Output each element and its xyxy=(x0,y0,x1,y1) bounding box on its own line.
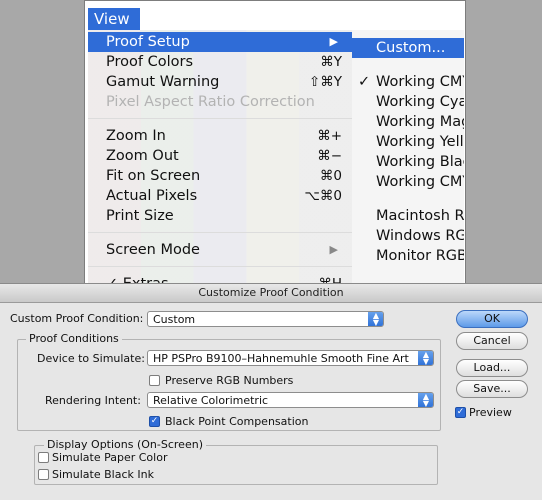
menu-item-label: Proof Colors xyxy=(106,54,193,70)
submenu-item-label: Monitor RGB xyxy=(376,248,464,264)
menu-item-label: Screen Mode xyxy=(106,242,200,258)
menu-separator xyxy=(88,266,352,267)
select-stepper-icon: ▲ ▼ xyxy=(418,393,433,407)
preview-checkbox[interactable]: ✓ xyxy=(455,407,466,418)
submenu-item-working-cmy[interactable]: Working CMY Plates xyxy=(352,172,464,192)
dialog-title: Customize Proof Condition xyxy=(0,284,542,303)
preserve-rgb-label: Preserve RGB Numbers xyxy=(165,374,294,387)
select-value: HP PSPro B9100–Hahnemuhle Smooth Fine Ar… xyxy=(153,352,409,365)
ok-button[interactable]: OK xyxy=(456,310,528,328)
simulate-paper-color-checkbox[interactable] xyxy=(38,452,49,463)
simulate-paper-color-label: Simulate Paper Color xyxy=(52,451,168,464)
select-value: Relative Colorimetric xyxy=(153,394,269,407)
rendering-intent-select[interactable]: Relative Colorimetric ▲ ▼ xyxy=(147,392,434,408)
menu-item-shortcut: ⌘0 xyxy=(319,168,342,184)
submenu-item-label: Custom... xyxy=(376,40,446,56)
simulate-black-ink-checkbox[interactable] xyxy=(38,469,49,480)
submenu-item-working-yellow[interactable]: Working Yellow Plate xyxy=(352,132,464,152)
submenu-item-label: Macintosh RGB xyxy=(376,208,464,224)
submenu-item-custom[interactable]: Custom... xyxy=(352,38,464,58)
preview-label: Preview xyxy=(469,406,512,419)
load-button[interactable]: Load... xyxy=(456,359,528,377)
menu-item-label: Gamut Warning xyxy=(106,74,220,90)
submenu-item-label: Working Magenta Plate xyxy=(376,114,464,130)
menu-item-label: Zoom In xyxy=(106,128,166,144)
menu-item-shortcut: ⌘+ xyxy=(317,128,342,144)
menu-item-screen-mode[interactable]: Screen Mode ▶ xyxy=(88,240,352,260)
menu-separator xyxy=(88,232,352,233)
display-options-title: Display Options (On-Screen) xyxy=(44,438,206,451)
customize-proof-dialog: Customize Proof Condition Custom Proof C… xyxy=(0,283,542,500)
preserve-rgb-checkbox[interactable] xyxy=(149,375,160,386)
custom-condition-select[interactable]: Custom ▲ ▼ xyxy=(147,311,384,327)
submenu-item-label: Working Black Plate xyxy=(376,154,464,170)
submenu-arrow-icon: ▶ xyxy=(329,35,338,48)
menu-item-pixel-aspect-ratio: Pixel Aspect Ratio Correction xyxy=(88,92,352,112)
submenu-item-windows-rgb[interactable]: Windows RGB xyxy=(352,226,464,246)
menu-item-label: Pixel Aspect Ratio Correction xyxy=(106,94,315,110)
submenu-item-label: Working CMYK xyxy=(376,74,464,90)
menu-item-gamut-warning[interactable]: Gamut Warning ⇧⌘Y xyxy=(88,72,352,92)
proof-conditions-title: Proof Conditions xyxy=(26,332,122,345)
cancel-button[interactable]: Cancel xyxy=(456,332,528,350)
submenu-item-monitor-rgb[interactable]: Monitor RGB xyxy=(352,246,464,266)
select-stepper-icon: ▲ ▼ xyxy=(368,312,383,326)
submenu-item-working-cmyk[interactable]: ✓ Working CMYK xyxy=(352,72,464,92)
save-button[interactable]: Save... xyxy=(456,380,528,398)
device-to-simulate-select[interactable]: HP PSPro B9100–Hahnemuhle Smooth Fine Ar… xyxy=(147,350,434,366)
menu-item-shortcut: ⇧⌘Y xyxy=(308,74,342,90)
menu-item-actual-pixels[interactable]: Actual Pixels ⌥⌘0 xyxy=(88,186,352,206)
menu-item-label: Proof Setup xyxy=(106,34,190,50)
menu-item-label: Zoom Out xyxy=(106,148,179,164)
menu-item-shortcut: ⌥⌘0 xyxy=(304,188,342,204)
select-value: Custom xyxy=(153,313,196,326)
menu-item-zoom-out[interactable]: Zoom Out ⌘− xyxy=(88,146,352,166)
black-point-compensation-label: Black Point Compensation xyxy=(165,415,309,428)
menu-item-proof-setup[interactable]: Proof Setup ▶ xyxy=(88,32,352,52)
menu-item-zoom-in[interactable]: Zoom In ⌘+ xyxy=(88,126,352,146)
menu-item-label: Fit on Screen xyxy=(106,168,201,184)
custom-condition-label: Custom Proof Condition: xyxy=(10,312,144,325)
submenu-item-working-cyan[interactable]: Working Cyan Plate xyxy=(352,92,464,112)
black-point-compensation-checkbox[interactable]: ✓ xyxy=(149,416,160,427)
menu-item-shortcut: ⌘Y xyxy=(320,54,342,70)
select-stepper-icon: ▲ ▼ xyxy=(418,351,433,365)
submenu-item-working-black[interactable]: Working Black Plate xyxy=(352,152,464,172)
submenu-item-label: Windows RGB xyxy=(376,228,464,244)
submenu-item-label: Working CMY Plates xyxy=(376,174,464,190)
device-to-simulate-label: Device to Simulate: xyxy=(37,352,145,365)
menu-item-shortcut: ⌘− xyxy=(317,148,342,164)
menu-item-fit-on-screen[interactable]: Fit on Screen ⌘0 xyxy=(88,166,352,186)
view-menu-title[interactable]: View xyxy=(88,8,140,30)
menu-separator xyxy=(88,118,352,119)
proof-setup-submenu: Custom... ✓ Working CMYK Working Cyan Pl… xyxy=(352,30,464,292)
submenu-item-label: Working Yellow Plate xyxy=(376,134,464,150)
menu-item-label: Print Size xyxy=(106,208,174,224)
submenu-arrow-icon: ▶ xyxy=(329,243,338,256)
menu-item-proof-colors[interactable]: Proof Colors ⌘Y xyxy=(88,52,352,72)
submenu-item-working-magenta[interactable]: Working Magenta Plate xyxy=(352,112,464,132)
checkmark-icon: ✓ xyxy=(358,74,371,90)
menu-item-label: Actual Pixels xyxy=(106,188,198,204)
submenu-item-macintosh-rgb[interactable]: Macintosh RGB xyxy=(352,206,464,226)
submenu-item-label: Working Cyan Plate xyxy=(376,94,464,110)
menu-item-print-size[interactable]: Print Size xyxy=(88,206,352,226)
rendering-intent-label: Rendering Intent: xyxy=(45,394,141,407)
view-menu: Proof Setup ▶ Proof Colors ⌘Y Gamut Warn… xyxy=(88,30,352,292)
simulate-black-ink-label: Simulate Black Ink xyxy=(52,468,154,481)
